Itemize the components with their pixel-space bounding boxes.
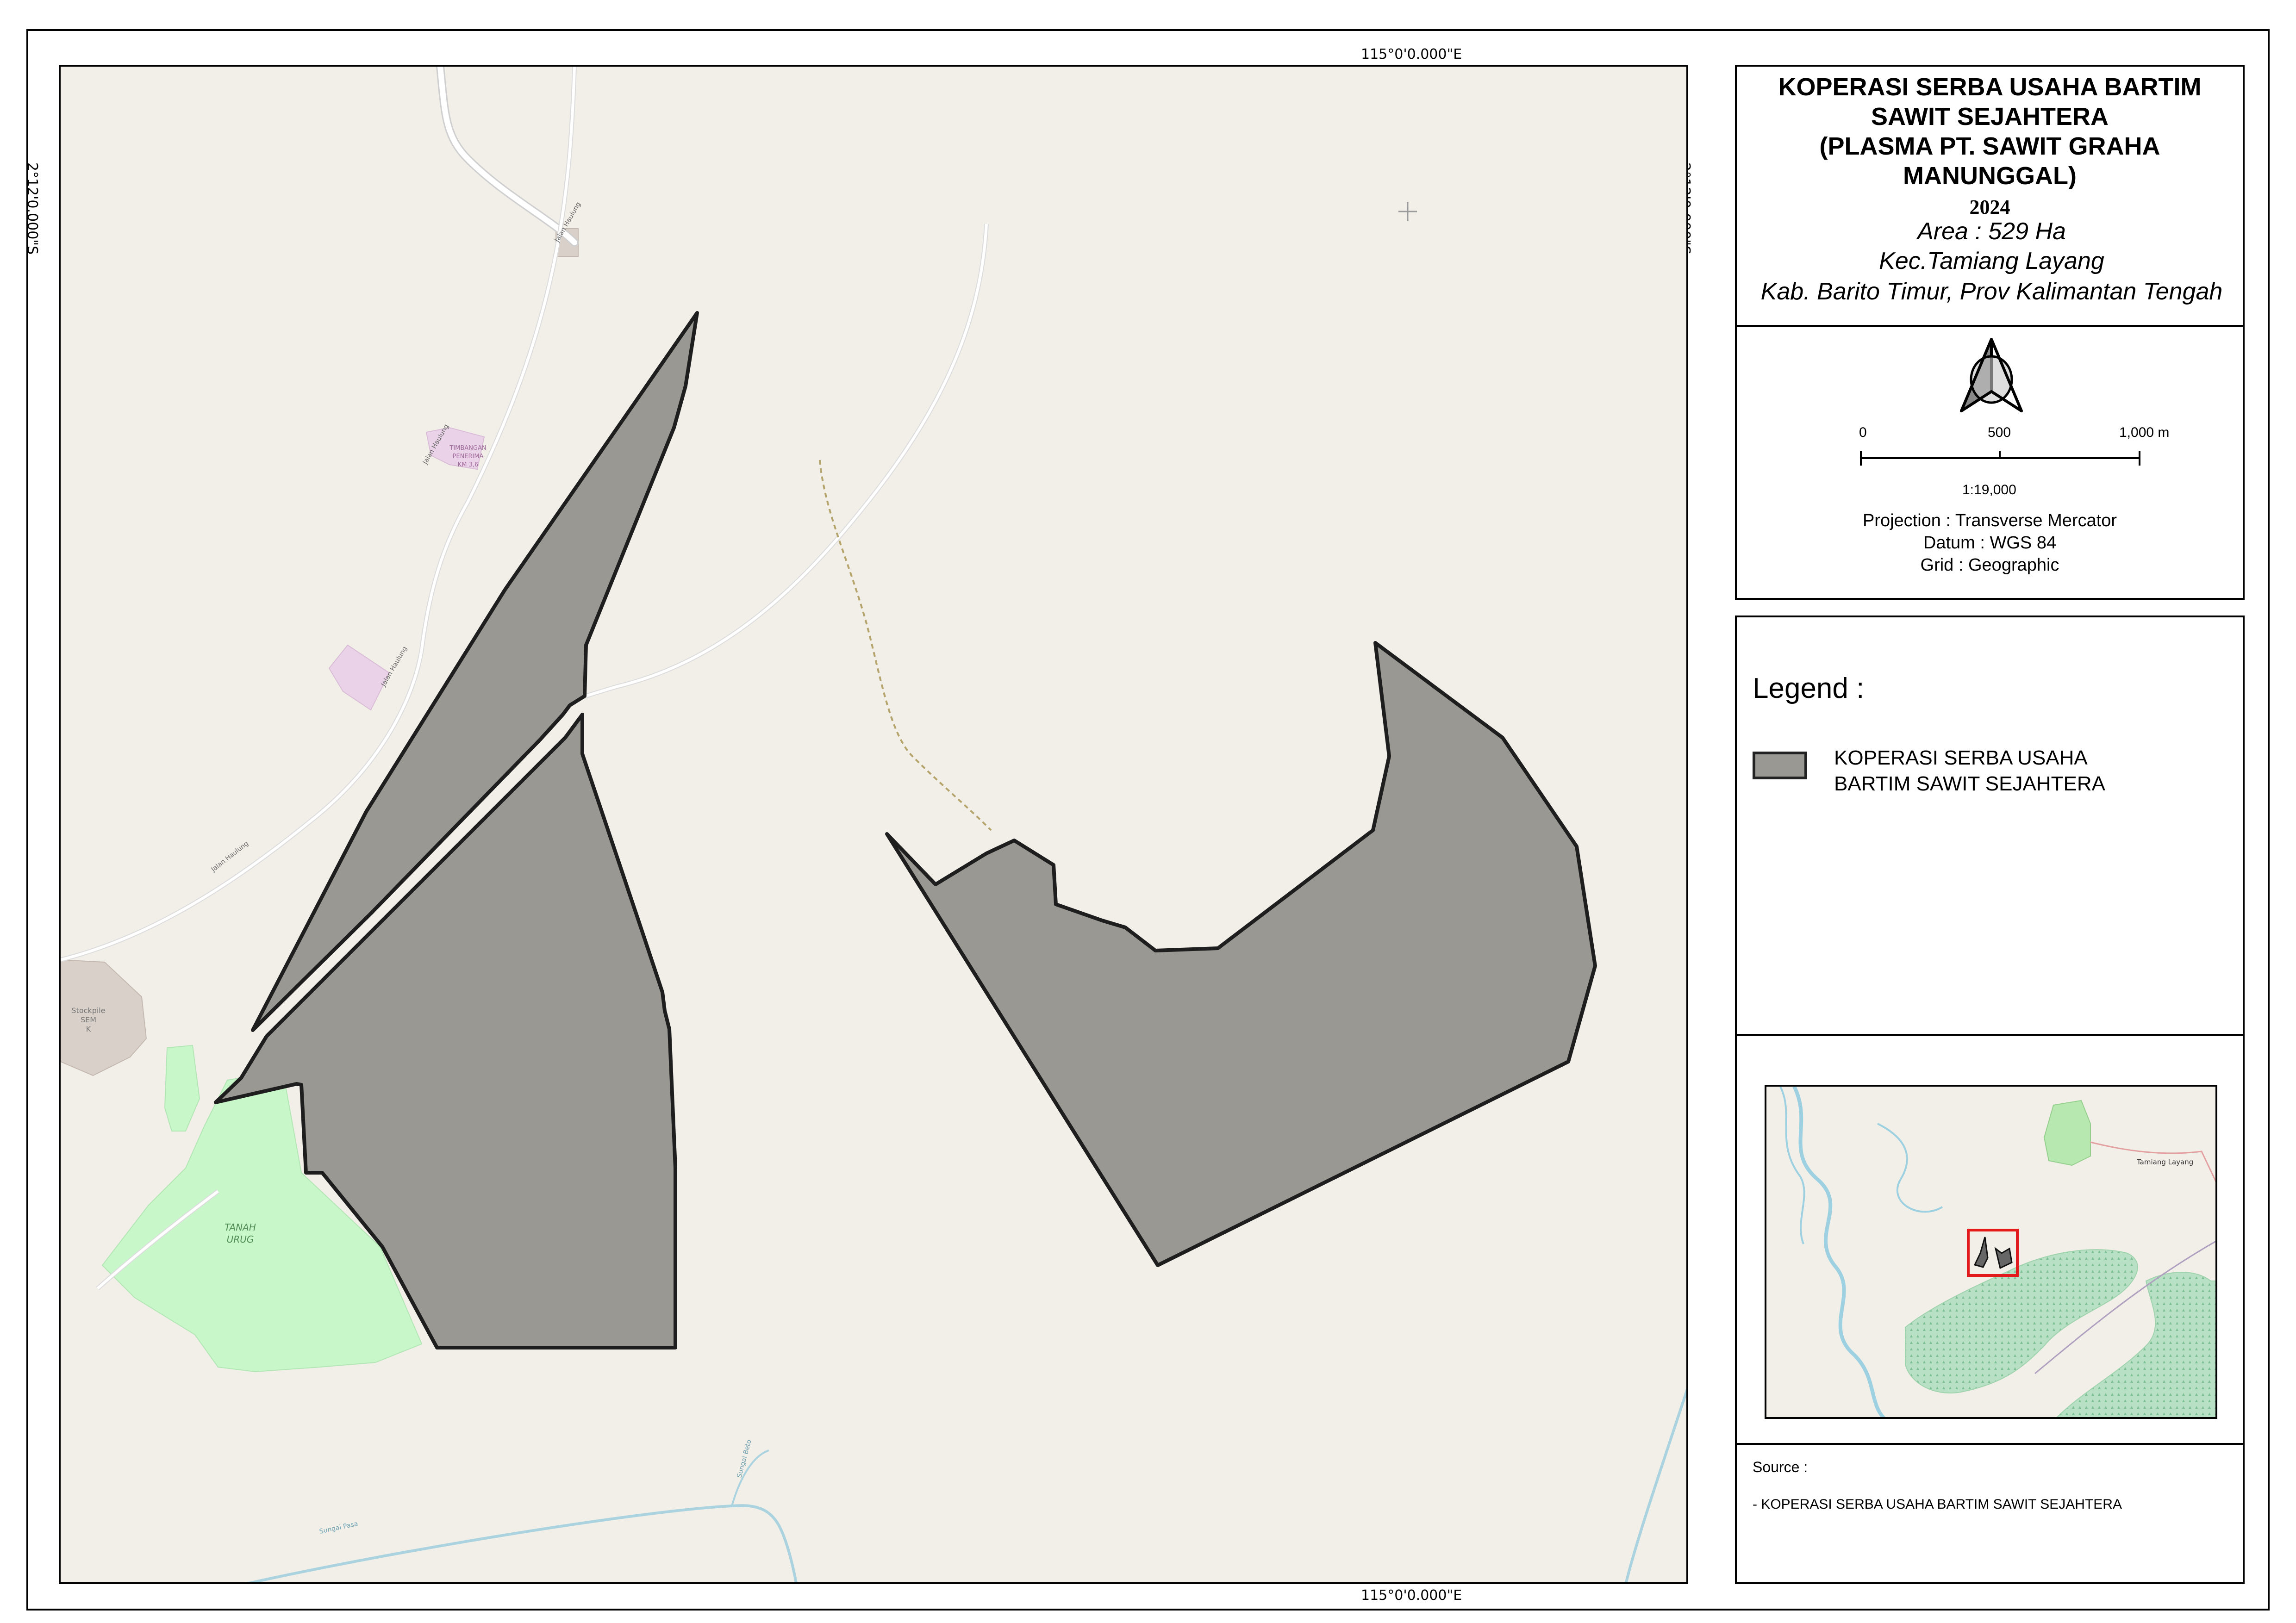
green-area-small bbox=[164, 1045, 200, 1132]
main-map-canvas: Jalan Haulung Jalan Haulung Jalan Haulun… bbox=[61, 67, 1686, 1582]
inset-panel: Tamiang Layang bbox=[1735, 1034, 2245, 1445]
inset-plot-right bbox=[1994, 1247, 2013, 1269]
inset-river-main bbox=[1792, 1087, 1886, 1417]
stockpile-sub2: K bbox=[86, 1025, 91, 1033]
title-year: 2024 bbox=[1969, 196, 2010, 218]
coord-left-label: 2°12'0.000"S bbox=[24, 162, 41, 255]
inset-river-east bbox=[1877, 1123, 1943, 1213]
scale-label-mid: 500 bbox=[1988, 425, 2011, 440]
grid-cross bbox=[1398, 202, 1417, 221]
inset-map-canvas: Tamiang Layang bbox=[1779, 1087, 2215, 1417]
title-line-2: SAWIT SEJAHTERA bbox=[1871, 103, 2109, 131]
title-panel: KOPERASI SERBA USAHA BARTIM SAWIT SEJAHT… bbox=[1735, 65, 2245, 327]
district-text: Kec.Tamiang Layang bbox=[1879, 248, 2104, 274]
inset-plot-left bbox=[1973, 1237, 1989, 1268]
inset-forest bbox=[1905, 1249, 2215, 1417]
tanah-urug-label-2: URUG bbox=[227, 1234, 254, 1245]
scale-bar bbox=[1860, 451, 2140, 466]
dotted-track bbox=[819, 460, 992, 831]
river-bottom bbox=[246, 1504, 798, 1582]
road-label-lower: Jalan Haulung bbox=[210, 840, 250, 874]
legend-swatch-plot bbox=[1753, 752, 1807, 779]
grid-text: Grid : Geographic bbox=[1920, 555, 2059, 575]
legend-label-plot: KOPERASI SERBA USAHA BARTIM SAWIT SEJAHT… bbox=[1834, 745, 2214, 797]
inset-town-label: Tamiang Layang bbox=[2136, 1158, 2193, 1166]
inset-forest-gap bbox=[2026, 1363, 2096, 1387]
legend-panel: Legend : KOPERASI SERBA USAHA BARTIM SAW… bbox=[1735, 616, 2245, 1036]
legend-label-line-1: KOPERASI SERBA USAHA bbox=[1834, 746, 2088, 769]
legend-title: Legend : bbox=[1753, 672, 1865, 704]
source-panel: Source : - KOPERASI SERBA USAHA BARTIM S… bbox=[1735, 1443, 2245, 1584]
river-label-b: Sungai Beto bbox=[736, 1439, 753, 1479]
source-item: - KOPERASI SERBA USAHA BARTIM SAWIT SEJA… bbox=[1753, 1497, 2122, 1512]
source-title: Source : bbox=[1753, 1459, 1808, 1475]
projection-text: Projection : Transverse Mercator bbox=[1862, 511, 2117, 530]
title-line-3: (PLASMA PT. SAWIT GRAHA bbox=[1819, 132, 2160, 160]
coord-bottom-label: 115°0'0.000"E bbox=[1361, 1587, 1462, 1604]
north-arrow-icon bbox=[1960, 338, 2023, 412]
legend-label-line-2: BARTIM SAWIT SEJAHTERA bbox=[1834, 772, 2105, 795]
stockpile-label: Stockpile bbox=[71, 1006, 105, 1015]
scale-label-0: 0 bbox=[1859, 425, 1867, 440]
map-info-panel: 0 500 1,000 m 1:19,000 Projection : Tran… bbox=[1735, 325, 2245, 600]
road-upper-left-fill bbox=[437, 67, 577, 245]
plot-right[interactable] bbox=[885, 641, 1597, 1267]
coord-top-label: 115°0'0.000"E bbox=[1361, 46, 1462, 62]
inset-map[interactable]: Tamiang Layang bbox=[1765, 1085, 2217, 1419]
river-branch bbox=[731, 1449, 769, 1506]
river-right bbox=[1624, 1387, 1686, 1582]
stockpile-area bbox=[61, 959, 147, 1076]
poi-label-name: TIMBANGAN bbox=[449, 445, 486, 452]
poi-area-lower bbox=[328, 644, 390, 711]
title-line-4: MANUNGGAL) bbox=[1903, 162, 2077, 190]
title-line-1: KOPERASI SERBA USAHA BARTIM bbox=[1778, 73, 2202, 101]
river-label-a: Sungai Pasa bbox=[319, 1520, 359, 1536]
regency-text: Kab. Barito Timur, Prov Kalimantan Tenga… bbox=[1760, 278, 2223, 305]
road-label-mid: Jalan Haulung bbox=[380, 645, 409, 688]
tanah-urug-label-1: TANAH bbox=[225, 1222, 256, 1233]
datum-text: Datum : WGS 84 bbox=[1923, 533, 2057, 553]
scale-label-max: 1,000 m bbox=[2119, 425, 2170, 440]
main-map[interactable]: Jalan Haulung Jalan Haulung Jalan Haulun… bbox=[59, 65, 1688, 1584]
area-text: Area : 529 Ha bbox=[1917, 218, 2066, 245]
poi-label-sub2: KM 3,6 bbox=[458, 461, 479, 468]
scale-ratio: 1:19,000 bbox=[1962, 482, 2016, 497]
stockpile-sub1: SEM bbox=[81, 1015, 96, 1024]
inset-green-top bbox=[2043, 1100, 2091, 1166]
poi-label-sub1: PENERIMA bbox=[453, 453, 484, 460]
